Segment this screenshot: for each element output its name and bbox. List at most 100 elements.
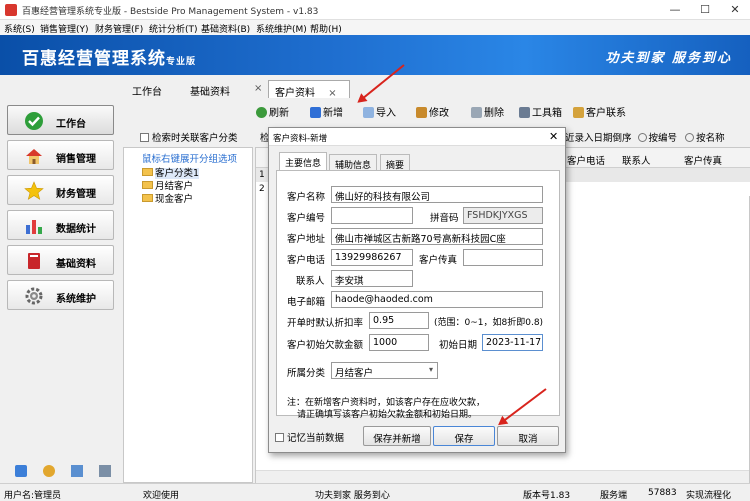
- toolbox-icon: [519, 107, 530, 118]
- contact-icon: [573, 107, 584, 118]
- status-port: 57883: [648, 488, 677, 498]
- nav-sales[interactable]: 销售管理: [7, 140, 114, 170]
- status-welcome: 欢迎使用: [143, 491, 180, 501]
- tab-summary[interactable]: 摘要: [380, 154, 411, 171]
- tree-item[interactable]: 月结客户: [142, 178, 193, 192]
- customer-fax-field[interactable]: [463, 249, 543, 266]
- settings-icon[interactable]: [99, 465, 111, 477]
- dialog-form: 客户名称 佛山好的科技有限公司 客户编号 拼音码 FSHDKJYXGS 客户地址…: [276, 170, 560, 420]
- minimize-button[interactable]: —: [660, 0, 690, 20]
- add-label: 新增: [323, 108, 343, 119]
- status-slogan: 功夫到家 服务到心: [315, 491, 390, 501]
- row-number: 1: [259, 170, 265, 180]
- maximize-button[interactable]: ☐: [690, 0, 720, 20]
- radio[interactable]: [637, 133, 647, 142]
- calculator-icon[interactable]: [71, 465, 83, 477]
- edit-button[interactable]: 修改: [416, 104, 449, 119]
- tab-close-icon[interactable]: ×: [254, 80, 262, 98]
- nav-label: 工作台: [56, 119, 86, 130]
- nav-label: 基础资料: [56, 259, 96, 270]
- tab-close-icon[interactable]: ×: [328, 88, 336, 99]
- init-debt-label: 客户初始欠款金额: [287, 340, 364, 351]
- remember-data-checkbox[interactable]: 记忆当前数据: [275, 430, 344, 444]
- delete-label: 删除: [484, 108, 504, 119]
- email-field[interactable]: haode@haoded.com: [331, 291, 543, 308]
- info-icon[interactable]: [43, 465, 55, 477]
- menu-system[interactable]: 系统(S): [4, 22, 35, 35]
- customer-contact-label: 客户联系: [586, 108, 626, 119]
- tab-aux-info[interactable]: 辅助信息: [329, 154, 378, 171]
- left-navigation: 工作台 销售管理 财务管理 数据统计 基础资料 系统维护: [0, 75, 120, 483]
- cancel-button[interactable]: 取消: [497, 426, 559, 446]
- pinyin-field[interactable]: FSHDKJYXGS: [463, 207, 543, 224]
- tree-item[interactable]: 客户分类1: [142, 165, 200, 179]
- category-select[interactable]: 月结客户 ▾: [331, 362, 438, 379]
- folder-icon: [142, 168, 153, 176]
- customer-contact-button[interactable]: 客户联系: [573, 104, 626, 119]
- tree-item[interactable]: 现金客户: [142, 191, 193, 205]
- checkbox[interactable]: [275, 433, 284, 442]
- checkbox-label: 检索时关联客户分类: [152, 133, 238, 144]
- tab-workbench[interactable]: 工作台: [132, 80, 162, 98]
- sort-option[interactable]: 近录入日期倒序 按编号 按名称: [565, 130, 725, 144]
- delete-button[interactable]: 删除: [471, 104, 504, 119]
- tree-item-label: 现金客户: [155, 194, 194, 205]
- brand-edition: 专业版: [166, 57, 197, 67]
- grid-header-cell: 客户电话: [567, 156, 606, 167]
- tree-hint: 鼠标右键展开分组选项: [142, 154, 238, 165]
- status-version: 版本号1.83: [523, 491, 571, 501]
- horizontal-scrollbar[interactable]: [256, 470, 749, 484]
- customer-phone-field[interactable]: 13929986267: [331, 249, 413, 266]
- refresh-label: 刷新: [269, 108, 289, 119]
- import-button[interactable]: 导入: [363, 104, 396, 119]
- save-button[interactable]: 保存: [433, 426, 495, 446]
- customer-code-field[interactable]: [331, 207, 413, 224]
- tab-main-info[interactable]: 主要信息: [279, 152, 328, 170]
- banner-slogan: 功夫到家 服务到心: [605, 51, 732, 66]
- folder-icon: [142, 194, 153, 202]
- toolbox-button[interactable]: 工具箱: [519, 104, 562, 119]
- contact-field[interactable]: 李安琪: [331, 270, 413, 287]
- radio[interactable]: [685, 133, 695, 142]
- menu-help[interactable]: 帮助(H): [310, 22, 342, 35]
- init-date-label: 初始日期: [439, 340, 478, 351]
- row-number: 2: [259, 184, 265, 194]
- dialog-title-bar: 客户资料-新增 ✕: [269, 128, 565, 146]
- init-debt-field[interactable]: 1000: [369, 334, 429, 351]
- refresh-button[interactable]: 刷新: [256, 104, 289, 119]
- tab-basic-data[interactable]: 基础资料: [190, 80, 230, 98]
- add-button[interactable]: 新增: [310, 104, 343, 119]
- init-date-field[interactable]: 2023-11-17: [482, 334, 543, 351]
- tab-customer-data[interactable]: 客户资料 ×: [268, 80, 350, 99]
- customer-name-field[interactable]: 佛山好的科技有限公司: [331, 186, 543, 203]
- nav-maintenance[interactable]: 系统维护: [7, 280, 114, 310]
- nav-statistics[interactable]: 数据统计: [7, 210, 114, 240]
- nav-basic-data[interactable]: 基础资料: [7, 245, 114, 275]
- status-user: 用户名:管理员: [4, 491, 62, 501]
- customer-address-field[interactable]: 佛山市禅城区古新路70号高新科技园C座: [331, 228, 543, 245]
- checkbox[interactable]: [140, 133, 149, 142]
- dialog-close-button[interactable]: ✕: [549, 130, 558, 143]
- discount-label: 开单时默认折扣率: [287, 318, 364, 329]
- plus-icon: [310, 107, 321, 118]
- menu-sales[interactable]: 销售管理(Y): [40, 22, 89, 35]
- header-banner: 百惠经营管理系统专业版 功夫到家 服务到心: [0, 35, 750, 75]
- book-icon: [28, 253, 40, 269]
- close-button[interactable]: ✕: [720, 0, 750, 20]
- menu-finance[interactable]: 财务管理(F): [95, 22, 143, 35]
- menu-stats[interactable]: 统计分析(T): [149, 22, 198, 35]
- nav-finance[interactable]: 财务管理: [7, 175, 114, 205]
- menu-bar: 系统(S) 销售管理(Y) 财务管理(F) 统计分析(T) 基础资料(B) 系统…: [0, 20, 750, 35]
- nav-label: 数据统计: [56, 224, 96, 235]
- menu-maintenance[interactable]: 系统维护(M): [256, 22, 307, 35]
- save-and-new-button[interactable]: 保存并新增: [363, 426, 431, 446]
- toolbox-label: 工具箱: [532, 108, 562, 119]
- nav-workbench[interactable]: 工作台: [7, 105, 114, 135]
- menu-basic-data[interactable]: 基础资料(B): [201, 22, 250, 35]
- home-icon[interactable]: [15, 465, 27, 477]
- pinyin-label: 拼音码: [430, 213, 459, 224]
- category-tree: 鼠标右键展开分组选项 客户分类1 月结客户 现金客户: [123, 147, 253, 483]
- discount-field[interactable]: 0.95: [369, 312, 429, 329]
- link-category-checkbox[interactable]: 检索时关联客户分类: [140, 130, 238, 144]
- folder-icon: [142, 181, 153, 189]
